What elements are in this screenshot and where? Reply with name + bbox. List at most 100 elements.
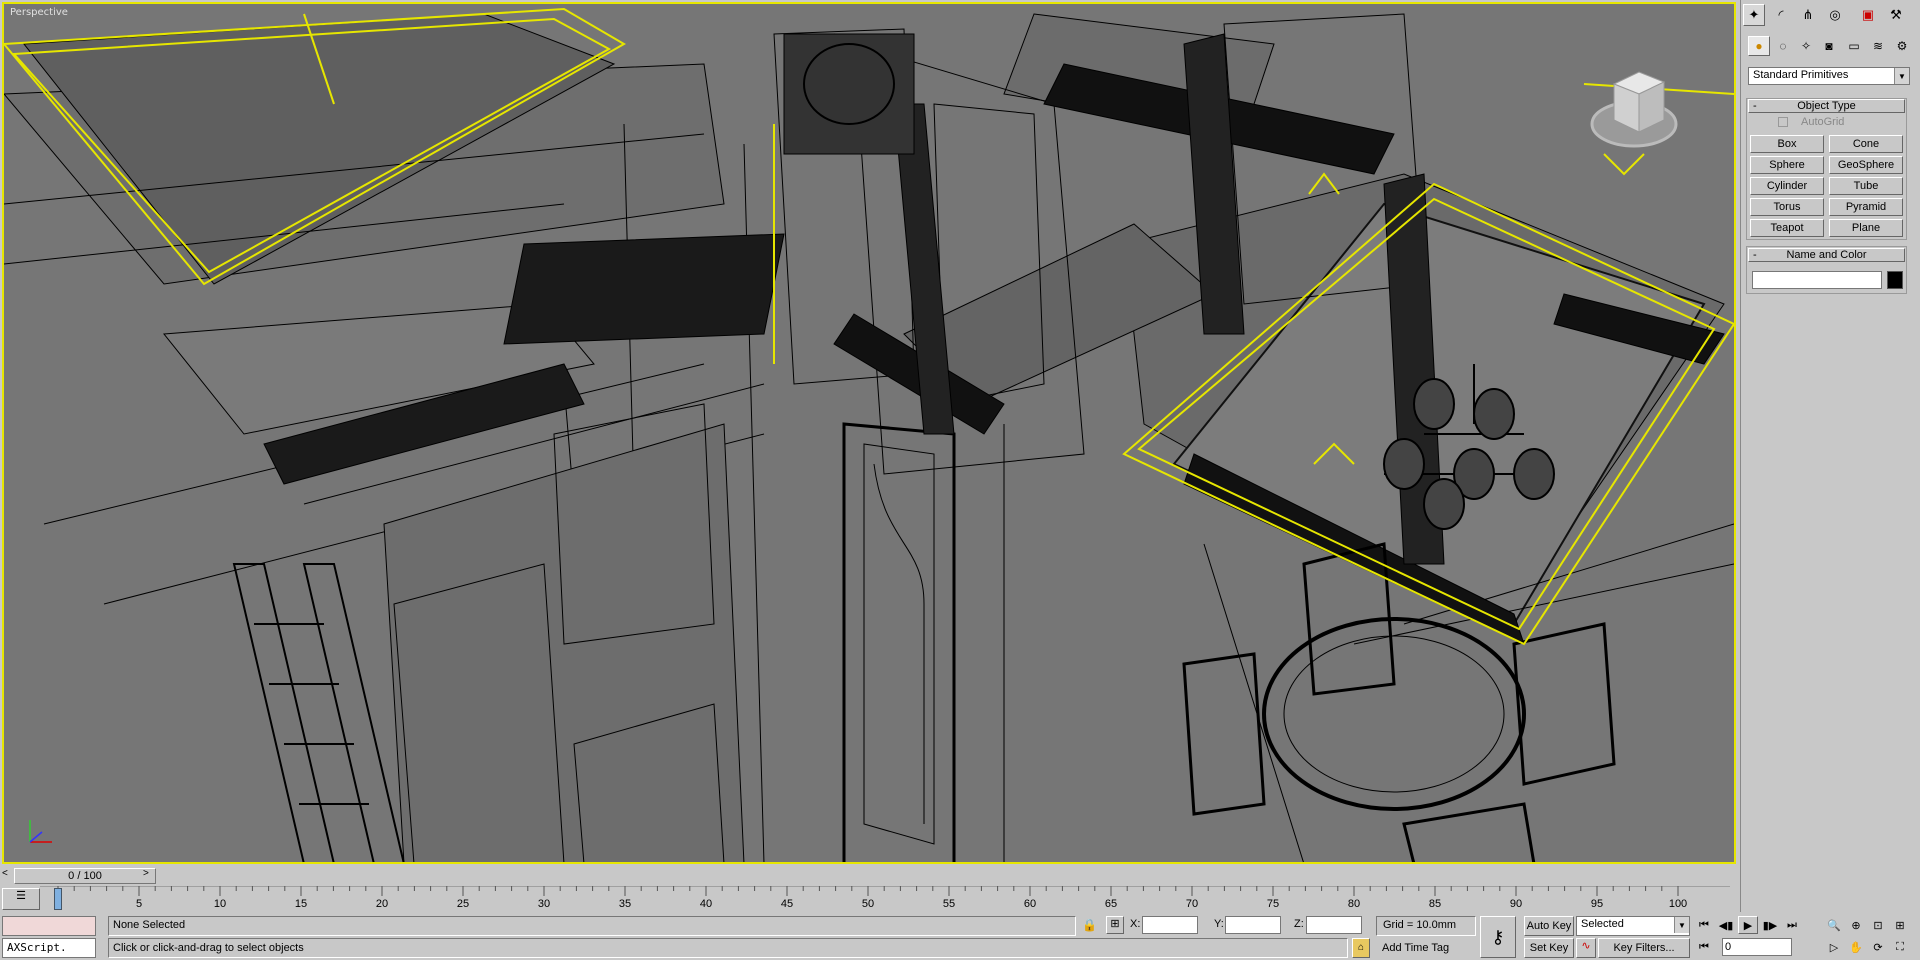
maxscript-listener[interactable]: AXScript. — [2, 938, 96, 958]
goto-start-icon[interactable]: ⏮ — [1694, 916, 1714, 934]
ruler-tick-label: 20 — [375, 898, 389, 910]
zoom-extents-all-icon[interactable]: ⊞ — [1890, 916, 1910, 934]
prompt-line: Click or click-and-drag to select object… — [108, 938, 1348, 958]
ruler-tick-label: 15 — [294, 898, 308, 910]
category-dropdown[interactable]: Standard Primitives ▼ — [1748, 67, 1910, 85]
category-value: Standard Primitives — [1753, 69, 1849, 81]
prev-frame-icon[interactable]: ◀▮ — [1716, 916, 1736, 934]
object-color-swatch[interactable] — [1887, 271, 1903, 289]
next-frame-icon[interactable]: ▮▶ — [1760, 916, 1780, 934]
collapse-icon: - — [1753, 100, 1757, 112]
x-coord-input[interactable] — [1142, 916, 1198, 934]
ruler-tick-label: 85 — [1428, 898, 1442, 910]
set-key-big-button[interactable]: ⚷ — [1480, 916, 1516, 958]
torus-button[interactable]: Torus — [1750, 198, 1824, 216]
pan-icon[interactable]: ✋ — [1846, 938, 1866, 956]
time-slider-track[interactable] — [0, 866, 1736, 886]
ruler-tick-label: 75 — [1266, 898, 1280, 910]
geometry-icon: ● — [1755, 39, 1763, 53]
ruler-tick-label: 35 — [618, 898, 632, 910]
ruler-labels: 5 10 15 20 25 30 35 40 45 50 55 60 65 70 75 80 85 90 95 100 — [58, 886, 1687, 912]
z-coord-input[interactable] — [1306, 916, 1362, 934]
lights-icon: ✧ — [1800, 39, 1812, 53]
time-slider-label: 0 / 100 — [68, 870, 102, 882]
helpers-subtab[interactable]: ▭ — [1843, 36, 1865, 56]
ruler-tick-label: 65 — [1104, 898, 1118, 910]
key-icon: ⚷ — [1491, 927, 1505, 947]
geosphere-button[interactable]: GeoSphere — [1829, 156, 1903, 174]
object-type-header[interactable]: - Object Type — [1748, 99, 1905, 113]
add-time-tag-button[interactable]: Add Time Tag — [1382, 942, 1449, 954]
set-key-button[interactable]: Set Key — [1524, 938, 1574, 958]
create-icon: ✦ — [1748, 7, 1760, 22]
create-tab[interactable]: ✦ — [1743, 4, 1765, 26]
systems-subtab[interactable]: ⚙ — [1891, 36, 1913, 56]
viewcube[interactable] — [1584, 64, 1684, 154]
ruler-tick-label: 80 — [1347, 898, 1361, 910]
utilities-tab[interactable]: ⚒ — [1885, 4, 1907, 26]
time-slider-thumb[interactable]: 0 / 100 — [14, 868, 156, 884]
ruler-tick-label: 45 — [780, 898, 794, 910]
motion-icon: ◎ — [1829, 7, 1841, 22]
ruler-tick-label: 95 — [1590, 898, 1604, 910]
teapot-button[interactable]: Teapot — [1750, 219, 1824, 237]
time-tag-icon[interactable]: ⌂ — [1352, 938, 1370, 958]
ruler-tick-label: 10 — [213, 898, 227, 910]
pyramid-button[interactable]: Pyramid — [1829, 198, 1903, 216]
tube-button[interactable]: Tube — [1829, 177, 1903, 195]
y-coord-input[interactable] — [1225, 916, 1281, 934]
time-prev-icon[interactable]: < — [2, 868, 13, 884]
spacewarps-subtab[interactable]: ≋ — [1867, 36, 1889, 56]
name-color-header[interactable]: - Name and Color — [1748, 248, 1905, 262]
display-tab[interactable]: ▣ — [1857, 4, 1879, 26]
key-mode-dropdown[interactable]: Selected ▼ — [1576, 916, 1690, 936]
object-name-input[interactable] — [1752, 271, 1882, 289]
grid-size: Grid = 10.0mm — [1376, 916, 1476, 936]
sphere-button[interactable]: Sphere — [1750, 156, 1824, 174]
play-icon[interactable]: ▶ — [1738, 916, 1758, 934]
zoom-icon[interactable]: 🔍 — [1824, 916, 1844, 934]
mini-curve-editor-button[interactable]: ☰ — [2, 888, 40, 910]
key-mode-toggle-icon[interactable]: ⏮ — [1694, 938, 1714, 956]
perspective-viewport[interactable]: Perspective — [2, 2, 1736, 864]
selection-status: None Selected — [108, 916, 1076, 936]
collapse-icon: - — [1753, 249, 1757, 261]
z-label: Z: — [1294, 918, 1304, 930]
goto-end-icon[interactable]: ⏭ — [1782, 916, 1802, 934]
modify-tab[interactable]: ◜ — [1770, 4, 1792, 26]
zoom-extents-icon[interactable]: ⊡ — [1868, 916, 1888, 934]
zoom-all-icon[interactable]: ⊕ — [1846, 916, 1866, 934]
ruler-tick-label: 70 — [1185, 898, 1199, 910]
shapes-subtab[interactable]: ◌ — [1772, 36, 1794, 56]
field-of-view-icon[interactable]: ▷ — [1824, 938, 1844, 956]
autogrid-checkbox[interactable] — [1778, 117, 1788, 127]
orbit-icon[interactable]: ⟳ — [1868, 938, 1888, 956]
cylinder-button[interactable]: Cylinder — [1750, 177, 1824, 195]
wireframe-scene — [4, 7, 1734, 862]
cone-button[interactable]: Cone — [1829, 135, 1903, 153]
chevron-down-icon: ▼ — [1674, 917, 1689, 933]
current-frame-input[interactable] — [1722, 938, 1792, 956]
motion-tab[interactable]: ◎ — [1824, 4, 1846, 26]
axis-tripod-icon — [22, 810, 62, 850]
absolute-mode-toggle-icon[interactable]: ⊞ — [1106, 916, 1124, 934]
curve-icon[interactable]: ∿ — [1576, 938, 1596, 958]
plane-button[interactable]: Plane — [1829, 219, 1903, 237]
object-type-title: Object Type — [1797, 100, 1856, 112]
box-button[interactable]: Box — [1750, 135, 1824, 153]
x-label: X: — [1130, 918, 1141, 930]
maximize-viewport-icon[interactable]: ⛶ — [1890, 938, 1910, 956]
time-next-icon[interactable]: > — [143, 868, 154, 884]
systems-icon: ⚙ — [1896, 39, 1908, 53]
geometry-subtab[interactable]: ● — [1748, 36, 1770, 56]
auto-key-button[interactable]: Auto Key — [1524, 916, 1574, 936]
viewport-label[interactable]: Perspective — [10, 7, 68, 18]
key-filters-button[interactable]: Key Filters... — [1598, 938, 1690, 958]
maxscript-listener-pink[interactable] — [2, 916, 96, 936]
selection-lock-icon[interactable]: 🔒 — [1082, 918, 1097, 932]
lights-subtab[interactable]: ✧ — [1795, 36, 1817, 56]
cameras-subtab[interactable]: ◙ — [1818, 36, 1840, 56]
ruler-tick-label: 40 — [699, 898, 713, 910]
hierarchy-tab[interactable]: ⋔ — [1797, 4, 1819, 26]
spacewarps-icon: ≋ — [1872, 39, 1884, 53]
